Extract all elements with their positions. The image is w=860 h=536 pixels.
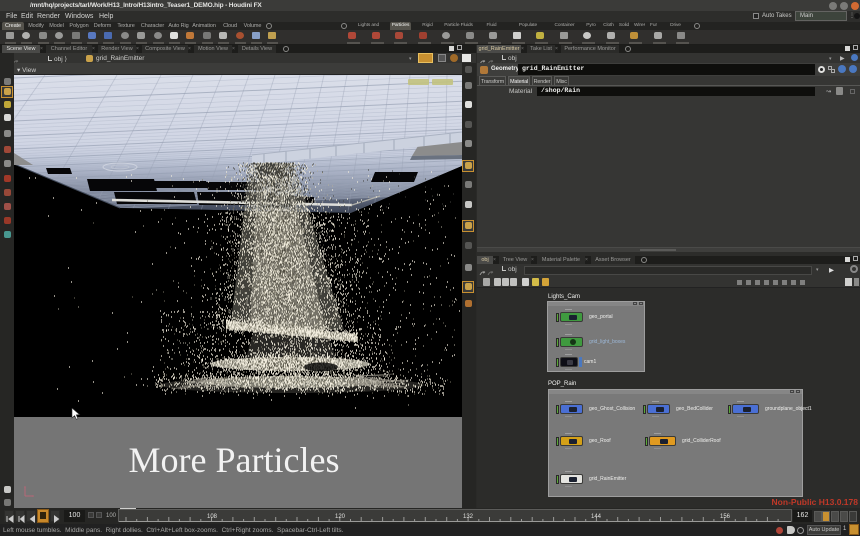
svg-text:120: 120 [335,514,346,520]
svg-text:132: 132 [463,514,474,520]
svg-text:108: 108 [207,514,218,520]
svg-text:156: 156 [720,514,731,520]
svg-text:144: 144 [591,514,602,520]
